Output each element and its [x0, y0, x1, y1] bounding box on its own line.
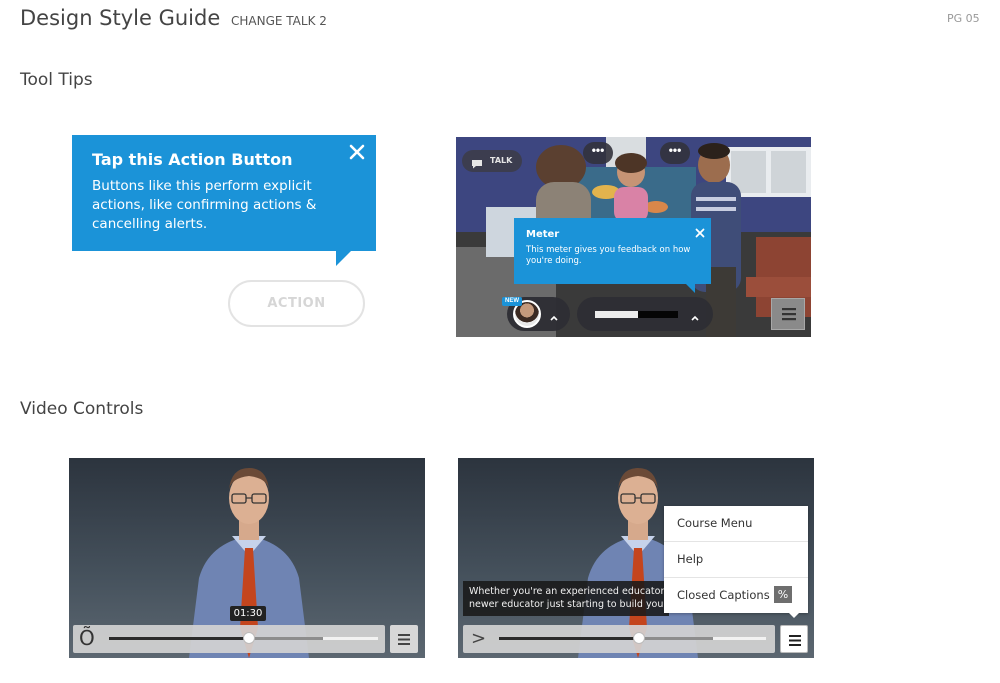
tooltip-title: Tap this Action Button	[92, 150, 293, 169]
action-button[interactable]: ACTION	[228, 280, 365, 327]
meter-tooltip: Meter This meter gives you feedback on h…	[514, 218, 711, 284]
chevron-up-icon[interactable]	[549, 309, 559, 321]
progress-buffered[interactable]	[249, 637, 323, 640]
scrubber-handle[interactable]	[243, 632, 255, 644]
action-tooltip: Tap this Action Button Buttons like this…	[72, 135, 376, 251]
progress-played[interactable]	[499, 637, 639, 640]
caption-line: newer educator just starting to build yo…	[469, 599, 669, 610]
meter-bar-remaining	[638, 311, 678, 318]
hamburger-icon	[782, 308, 796, 321]
caption-line: Whether you're an experienced educator l…	[469, 586, 669, 597]
progress-buffered[interactable]	[639, 637, 713, 640]
hamburger-icon	[398, 634, 410, 645]
speech-bubble-dots: •••	[660, 142, 690, 164]
hamburger-icon	[789, 635, 801, 646]
closed-captions: Whether you're an experienced educator l…	[463, 581, 669, 616]
play-button[interactable]: >	[471, 628, 486, 650]
tooltip-pointer	[336, 250, 352, 266]
meter-tooltip-pointer	[686, 284, 695, 293]
page-subtitle: CHANGE TALK 2	[231, 14, 327, 28]
close-icon[interactable]	[348, 143, 366, 161]
menu-item-help[interactable]: Help	[664, 541, 808, 576]
section-heading-tooltips: Tool Tips	[20, 70, 93, 90]
close-icon[interactable]	[695, 225, 705, 238]
progress-remaining[interactable]	[323, 637, 378, 640]
chat-bubble-icon	[471, 156, 483, 169]
menu-button[interactable]	[771, 298, 805, 330]
meter-tooltip-title: Meter	[526, 229, 560, 240]
menu-item-course-menu[interactable]: Course Menu	[664, 506, 808, 541]
menu-button[interactable]	[780, 625, 808, 653]
talk-label: TALK	[490, 156, 513, 165]
meter-tooltip-body: This meter gives you feedback on how you…	[526, 245, 691, 266]
tooltip-body: Buttons like this perform explicit actio…	[92, 178, 317, 232]
progress-played[interactable]	[109, 637, 249, 640]
meter-bar-fill	[595, 311, 638, 318]
section-heading-video-controls: Video Controls	[20, 399, 144, 419]
new-badge: NEW	[502, 297, 522, 306]
chevron-up-icon[interactable]	[690, 309, 700, 321]
menu-button[interactable]	[390, 625, 418, 653]
closed-captions-toggle[interactable]: %	[774, 586, 792, 603]
talk-button[interactable]: TALK	[462, 150, 522, 172]
scrubber-handle[interactable]	[633, 632, 645, 644]
speech-bubble-dots: •••	[583, 142, 613, 164]
menu-pointer	[788, 612, 800, 618]
page-title: Design Style Guide	[20, 6, 221, 30]
progress-remaining[interactable]	[713, 637, 766, 640]
play-button[interactable]: Õ	[79, 627, 95, 649]
time-tooltip: 01:30	[230, 606, 266, 621]
page-number: PG 05	[947, 12, 980, 25]
